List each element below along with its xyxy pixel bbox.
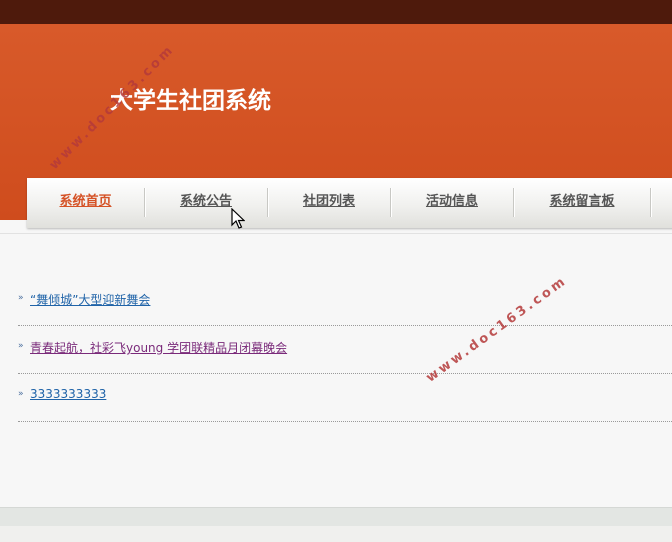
double-arrow-icon: » bbox=[18, 341, 24, 351]
footer-band bbox=[0, 507, 672, 526]
nav-home[interactable]: 系统首页 bbox=[27, 179, 144, 225]
list-item: » 青春起航，社彩飞young 学团联精品月闭幕晚会 bbox=[18, 326, 672, 374]
news-link[interactable]: “舞倾城”大型迎新舞会 bbox=[30, 291, 150, 308]
list-item: » “舞倾城”大型迎新舞会 bbox=[18, 278, 672, 326]
news-list: » “舞倾城”大型迎新舞会 » 青春起航，社彩飞young 学团联精品月闭幕晚会… bbox=[18, 278, 672, 422]
double-arrow-icon: » bbox=[18, 389, 24, 399]
nav-club-list[interactable]: 社团列表 bbox=[268, 179, 390, 225]
nav-divider bbox=[650, 188, 651, 217]
list-item: » 3333333333 bbox=[18, 374, 672, 422]
content-divider bbox=[0, 233, 672, 234]
main-nav: 系统首页 系统公告 社团列表 活动信息 系统留言板 bbox=[27, 178, 672, 228]
bottom-strip bbox=[0, 526, 672, 542]
news-link[interactable]: 3333333333 bbox=[30, 387, 106, 401]
nav-activities[interactable]: 活动信息 bbox=[391, 179, 513, 225]
news-link[interactable]: 青春起航，社彩飞young 学团联精品月闭幕晚会 bbox=[30, 339, 287, 356]
nav-announcements[interactable]: 系统公告 bbox=[145, 179, 267, 225]
nav-guestbook[interactable]: 系统留言板 bbox=[514, 179, 650, 225]
double-arrow-icon: » bbox=[18, 293, 24, 303]
mouse-cursor-icon bbox=[231, 208, 245, 229]
top-dark-bar bbox=[0, 0, 672, 24]
